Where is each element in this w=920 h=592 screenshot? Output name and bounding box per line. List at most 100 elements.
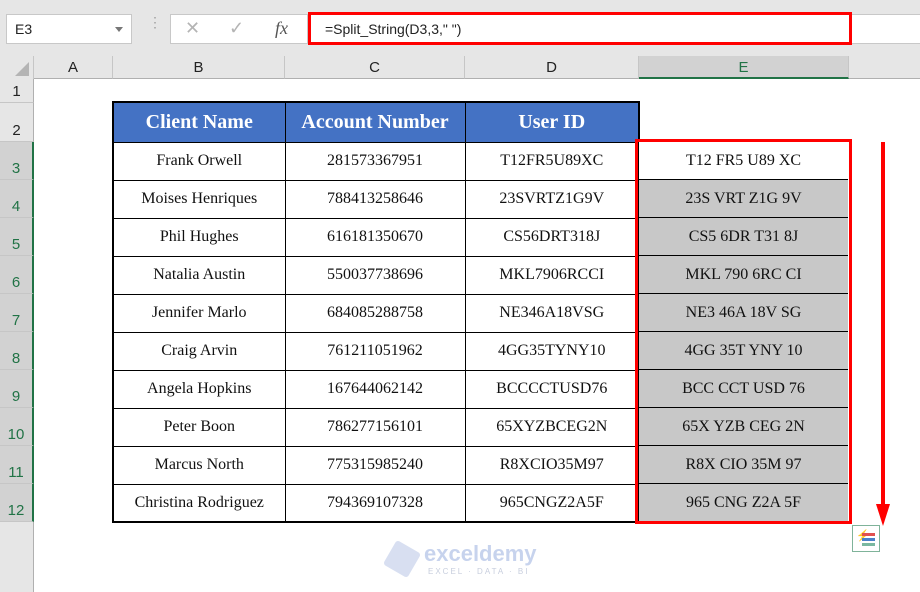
table-row: Marcus North 775315985240 R8XCIO35M97 <box>112 445 640 485</box>
row-header-empty <box>0 522 34 592</box>
row-header-12[interactable]: 12 <box>0 484 34 522</box>
row-header-3[interactable]: 3 <box>0 142 34 180</box>
enter-icon[interactable]: ✓ <box>229 18 244 39</box>
cell-client-name[interactable]: Marcus North <box>112 445 286 485</box>
header-user-id[interactable]: User ID <box>464 101 640 143</box>
row-header-5[interactable]: 5 <box>0 218 34 256</box>
bar-icon <box>862 543 875 546</box>
name-box-value: E3 <box>15 21 33 37</box>
row-header-4[interactable]: 4 <box>0 180 34 218</box>
column-header-d[interactable]: D <box>465 56 639 79</box>
cell-account-number[interactable]: 761211051962 <box>284 331 466 371</box>
header-account-number[interactable]: Account Number <box>284 101 466 143</box>
watermark-logo: exceldemy EXCEL · DATA · BI <box>382 539 548 583</box>
cell-client-name[interactable]: Phil Hughes <box>112 217 286 257</box>
cell-client-name[interactable]: Christina Rodriguez <box>112 483 286 523</box>
result-cell[interactable]: 65X YZB CEG 2N <box>639 408 848 446</box>
watermark-name: exceldemy <box>424 541 537 566</box>
client-table: Client Name Account Number User ID Frank… <box>112 101 640 523</box>
cell-account-number[interactable]: 775315985240 <box>284 445 466 485</box>
auto-fill-options-button[interactable]: ⚡ <box>852 525 880 552</box>
column-header-f[interactable] <box>849 56 920 79</box>
cell-client-name[interactable]: Natalia Austin <box>112 255 286 295</box>
column-header-a[interactable]: A <box>34 56 113 79</box>
table-row: Phil Hughes 616181350670 CS56DRT318J <box>112 217 640 257</box>
row-header-1[interactable]: 1 <box>0 79 34 103</box>
select-all-button[interactable] <box>0 56 34 79</box>
row-header-11[interactable]: 11 <box>0 446 34 484</box>
cell-user-id[interactable]: 65XYZBCEG2N <box>464 407 640 447</box>
insert-function-icon[interactable]: fx <box>275 18 288 39</box>
cell-user-id[interactable]: T12FR5U89XC <box>464 141 640 181</box>
cell-client-name[interactable]: Craig Arvin <box>112 331 286 371</box>
row-header-6[interactable]: 6 <box>0 256 34 294</box>
cell-user-id[interactable]: 4GG35TYNY10 <box>464 331 640 371</box>
cell-client-name[interactable]: Jennifer Marlo <box>112 293 286 333</box>
table-row: Frank Orwell 281573367951 T12FR5U89XC <box>112 141 640 181</box>
cell-account-number[interactable]: 281573367951 <box>284 141 466 181</box>
cell-account-number[interactable]: 550037738696 <box>284 255 466 295</box>
cell-user-id[interactable]: NE346A18VSG <box>464 293 640 333</box>
table-body: Frank Orwell 281573367951 T12FR5U89XC Moise… <box>112 141 640 523</box>
cell-client-name[interactable]: Peter Boon <box>112 407 286 447</box>
split-results-column: T12 FR5 U89 XC 23S VRT Z1G 9V CS5 6DR T31 … <box>639 142 848 522</box>
row-header-8[interactable]: 8 <box>0 332 34 370</box>
result-cell[interactable]: R8X CIO 35M 97 <box>639 446 848 484</box>
cell-user-id[interactable]: 965CNGZ2A5F <box>464 483 640 523</box>
table-row: Craig Arvin 761211051962 4GG35TYNY10 <box>112 331 640 371</box>
result-cell[interactable]: CS5 6DR T31 8J <box>639 218 848 256</box>
cell-account-number[interactable]: 786277156101 <box>284 407 466 447</box>
formula-text: =Split_String(D3,3," ") <box>325 21 462 37</box>
header-client-name[interactable]: Client Name <box>112 101 286 143</box>
cell-user-id[interactable]: 23SVRTZ1G9V <box>464 179 640 219</box>
table-row: Peter Boon 786277156101 65XYZBCEG2N <box>112 407 640 447</box>
table-row: Angela Hopkins 167644062142 BCCCCTUSD76 <box>112 369 640 409</box>
row-header-2[interactable]: 2 <box>0 103 34 142</box>
table-row: Moises Henriques 788413258646 23SVRTZ1G9V <box>112 179 640 219</box>
column-header-e[interactable]: E <box>639 56 849 79</box>
column-header-c[interactable]: C <box>285 56 465 79</box>
formula-input-extension[interactable] <box>852 14 920 44</box>
bar-icon <box>862 533 875 536</box>
cancel-icon[interactable]: ✕ <box>185 18 200 39</box>
result-cell[interactable]: MKL 790 6RC CI <box>639 256 848 294</box>
cell-user-id[interactable]: R8XCIO35M97 <box>464 445 640 485</box>
table-row: Christina Rodriguez 794369107328 965CNGZ2A… <box>112 483 640 523</box>
result-cell[interactable]: BCC CCT USD 76 <box>639 370 848 408</box>
watermark-tagline: EXCEL · DATA · BI <box>428 567 530 576</box>
cell-account-number[interactable]: 684085288758 <box>284 293 466 333</box>
excel-window: E3 ⋮ ✕ ✓ fx =Split_String(D3,3," ") A B … <box>0 0 920 592</box>
table-row: Jennifer Marlo 684085288758 NE346A18VSG <box>112 293 640 333</box>
result-cell[interactable]: NE3 46A 18V SG <box>639 294 848 332</box>
fill-down-arrow-line <box>881 142 885 507</box>
name-box[interactable]: E3 <box>6 14 132 44</box>
row-header-9[interactable]: 9 <box>0 370 34 408</box>
cell-account-number[interactable]: 788413258646 <box>284 179 466 219</box>
arrow-down-icon <box>876 504 890 526</box>
logo-cube-icon <box>382 539 422 579</box>
table-row: Natalia Austin 550037738696 MKL7906RCCI <box>112 255 640 295</box>
column-header-b[interactable]: B <box>113 56 285 79</box>
table-header-row: Client Name Account Number User ID <box>112 101 640 143</box>
row-header-10[interactable]: 10 <box>0 408 34 446</box>
cell-account-number[interactable]: 616181350670 <box>284 217 466 257</box>
formula-buttons: ✕ ✓ fx <box>170 14 308 44</box>
cell-client-name[interactable]: Frank Orwell <box>112 141 286 181</box>
cell-client-name[interactable]: Moises Henriques <box>112 179 286 219</box>
chevron-down-icon[interactable] <box>115 27 123 32</box>
cell-user-id[interactable]: CS56DRT318J <box>464 217 640 257</box>
result-cell[interactable]: 965 CNG Z2A 5F <box>639 484 848 522</box>
cell-client-name[interactable]: Angela Hopkins <box>112 369 286 409</box>
drag-handle-icon[interactable]: ⋮ <box>148 15 162 39</box>
select-all-icon <box>15 62 29 76</box>
cell-account-number[interactable]: 794369107328 <box>284 483 466 523</box>
formula-input[interactable]: =Split_String(D3,3," ") <box>308 12 852 45</box>
result-cell[interactable]: 4GG 35T YNY 10 <box>639 332 848 370</box>
active-cell-e3[interactable]: T12 FR5 U89 XC <box>639 142 848 180</box>
bar-icon <box>862 538 875 541</box>
result-cell[interactable]: 23S VRT Z1G 9V <box>639 180 848 218</box>
cell-account-number[interactable]: 167644062142 <box>284 369 466 409</box>
cell-user-id[interactable]: BCCCCTUSD76 <box>464 369 640 409</box>
cell-user-id[interactable]: MKL7906RCCI <box>464 255 640 295</box>
row-header-7[interactable]: 7 <box>0 294 34 332</box>
